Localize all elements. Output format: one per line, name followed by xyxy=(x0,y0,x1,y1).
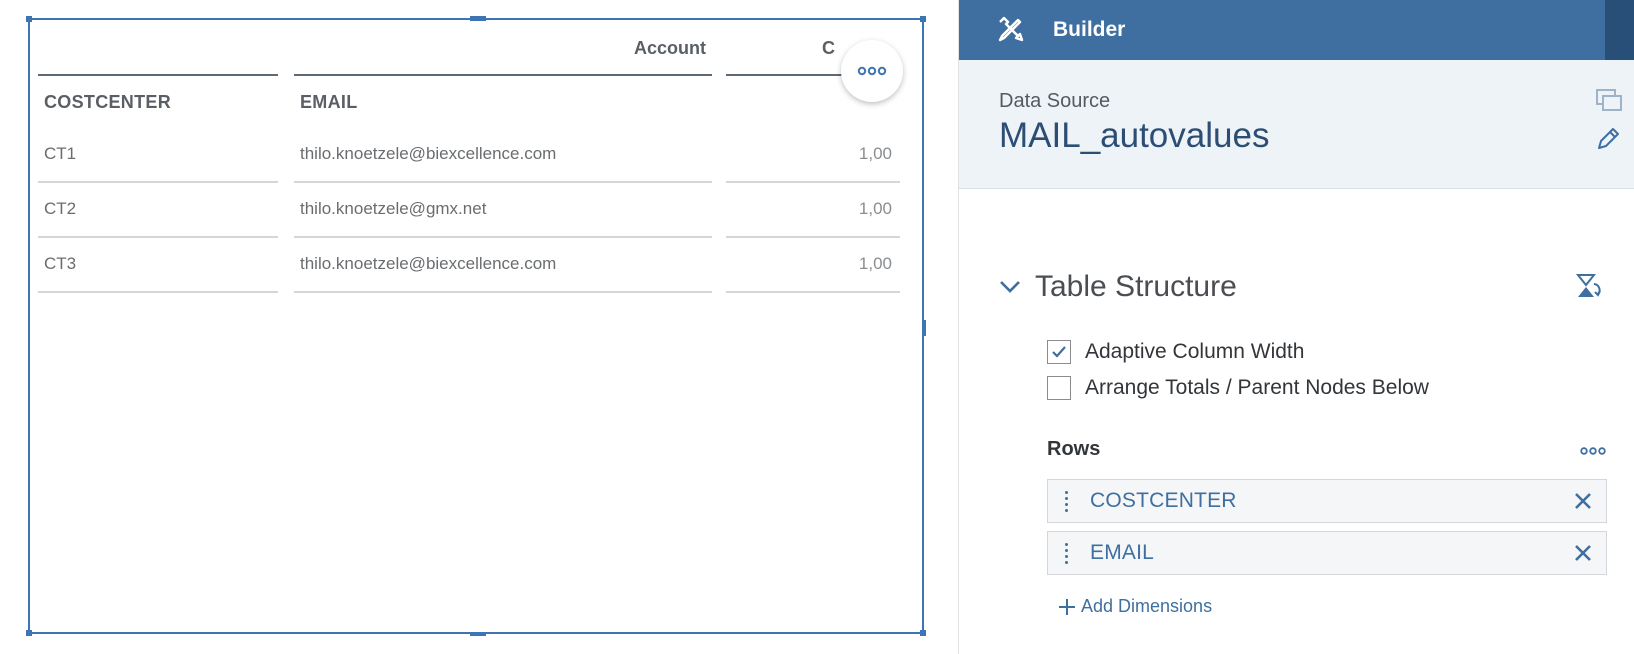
table-header-blank xyxy=(38,20,278,76)
add-dimensions-link[interactable]: Add Dimensions xyxy=(1057,596,1212,617)
resize-handle-bottom-left[interactable] xyxy=(26,630,32,636)
table-cell[interactable]: thilo.knoetzele@biexcellence.com xyxy=(294,238,712,293)
widget-more-button[interactable] xyxy=(841,40,903,102)
cell-value: 1,00 xyxy=(858,199,892,218)
data-source-label: Data Source xyxy=(999,90,1111,112)
table-column-header[interactable]: EMAIL xyxy=(294,76,712,128)
copy-icon[interactable] xyxy=(1595,88,1623,112)
table-structure-title: Table Structure xyxy=(1035,270,1237,303)
option-label: Arrange Totals / Parent Nodes Below xyxy=(1085,376,1429,399)
table-cell[interactable]: CT1 xyxy=(38,128,278,183)
story-canvas: COSTCENTER CT1 CT2 CT3 Account EMAIL thi… xyxy=(0,0,958,654)
table-column-email: Account EMAIL thilo.knoetzele@biexcellen… xyxy=(294,20,712,293)
table-widget[interactable]: COSTCENTER CT1 CT2 CT3 Account EMAIL thi… xyxy=(26,16,926,636)
cell-text: thilo.knoetzele@biexcellence.com xyxy=(300,254,557,273)
drag-handle-icon[interactable] xyxy=(1060,542,1072,564)
row-dimension-token[interactable]: EMAIL xyxy=(1047,531,1607,575)
cell-text: thilo.knoetzele@gmx.net xyxy=(300,199,487,218)
option-label: Adaptive Column Width xyxy=(1085,340,1305,363)
cell-value: 1,00 xyxy=(858,254,892,273)
row-dimension-token[interactable]: COSTCENTER xyxy=(1047,479,1607,523)
builder-panel: Builder Data Source MAIL_autovalues Tabl… xyxy=(958,0,1634,654)
builder-header: Builder xyxy=(959,0,1605,60)
swap-axes-icon[interactable] xyxy=(1574,272,1602,300)
checkbox-unchecked[interactable] xyxy=(1047,376,1071,400)
table-cell[interactable]: thilo.knoetzele@biexcellence.com xyxy=(294,128,712,183)
table-column-costcenter: COSTCENTER CT1 CT2 CT3 xyxy=(38,20,278,293)
measure-header-label: C xyxy=(822,38,835,58)
table-cell[interactable]: 1,00 xyxy=(726,238,900,293)
table-header-account[interactable]: Account xyxy=(294,20,712,76)
cell-text: CT3 xyxy=(44,254,77,273)
cell-text: CT2 xyxy=(44,199,77,218)
data-source-section: Data Source MAIL_autovalues xyxy=(959,60,1634,189)
table-cell[interactable]: CT2 xyxy=(38,183,278,238)
column-header-label: EMAIL xyxy=(300,92,358,112)
resize-handle-bottom[interactable] xyxy=(470,632,486,636)
more-icon[interactable] xyxy=(1580,444,1606,458)
table-cell[interactable]: CT3 xyxy=(38,238,278,293)
cell-text: thilo.knoetzele@biexcellence.com xyxy=(300,144,557,163)
builder-title: Builder xyxy=(1053,18,1126,41)
account-header-label: Account xyxy=(634,38,706,58)
table-column-header[interactable]: COSTCENTER xyxy=(38,76,278,128)
data-source-value: MAIL_autovalues xyxy=(999,116,1270,155)
dimension-label: COSTCENTER xyxy=(1090,489,1237,512)
plus-icon xyxy=(1057,597,1077,617)
dimension-label: EMAIL xyxy=(1090,541,1155,564)
table-cell[interactable]: 1,00 xyxy=(726,128,900,183)
resize-handle-top-left[interactable] xyxy=(26,16,32,22)
pencil-icon[interactable] xyxy=(1595,126,1621,152)
more-icon xyxy=(857,66,887,76)
resize-handle-right[interactable] xyxy=(922,320,926,336)
add-dimensions-label: Add Dimensions xyxy=(1081,596,1213,616)
drag-handle-icon[interactable] xyxy=(1060,490,1072,512)
column-header-label: COSTCENTER xyxy=(44,92,172,112)
option-adaptive-column-width[interactable]: Adaptive Column Width xyxy=(1047,340,1304,364)
table-structure-header[interactable]: Table Structure xyxy=(997,270,1237,304)
header-side-strip xyxy=(1605,0,1634,60)
table-cell[interactable]: 1,00 xyxy=(726,183,900,238)
checkbox-checked[interactable] xyxy=(1047,340,1071,364)
resize-handle-top-right[interactable] xyxy=(920,16,926,22)
cell-value: 1,00 xyxy=(858,144,892,163)
option-arrange-totals[interactable]: Arrange Totals / Parent Nodes Below xyxy=(1047,376,1429,400)
close-icon[interactable] xyxy=(1572,542,1594,564)
close-icon[interactable] xyxy=(1572,490,1594,512)
tools-icon xyxy=(995,15,1025,45)
cell-text: CT1 xyxy=(44,144,77,163)
resize-handle-bottom-right[interactable] xyxy=(920,630,926,636)
chevron-down-icon[interactable] xyxy=(997,274,1023,300)
table-cell[interactable]: thilo.knoetzele@gmx.net xyxy=(294,183,712,238)
rows-label: Rows xyxy=(1047,438,1101,460)
